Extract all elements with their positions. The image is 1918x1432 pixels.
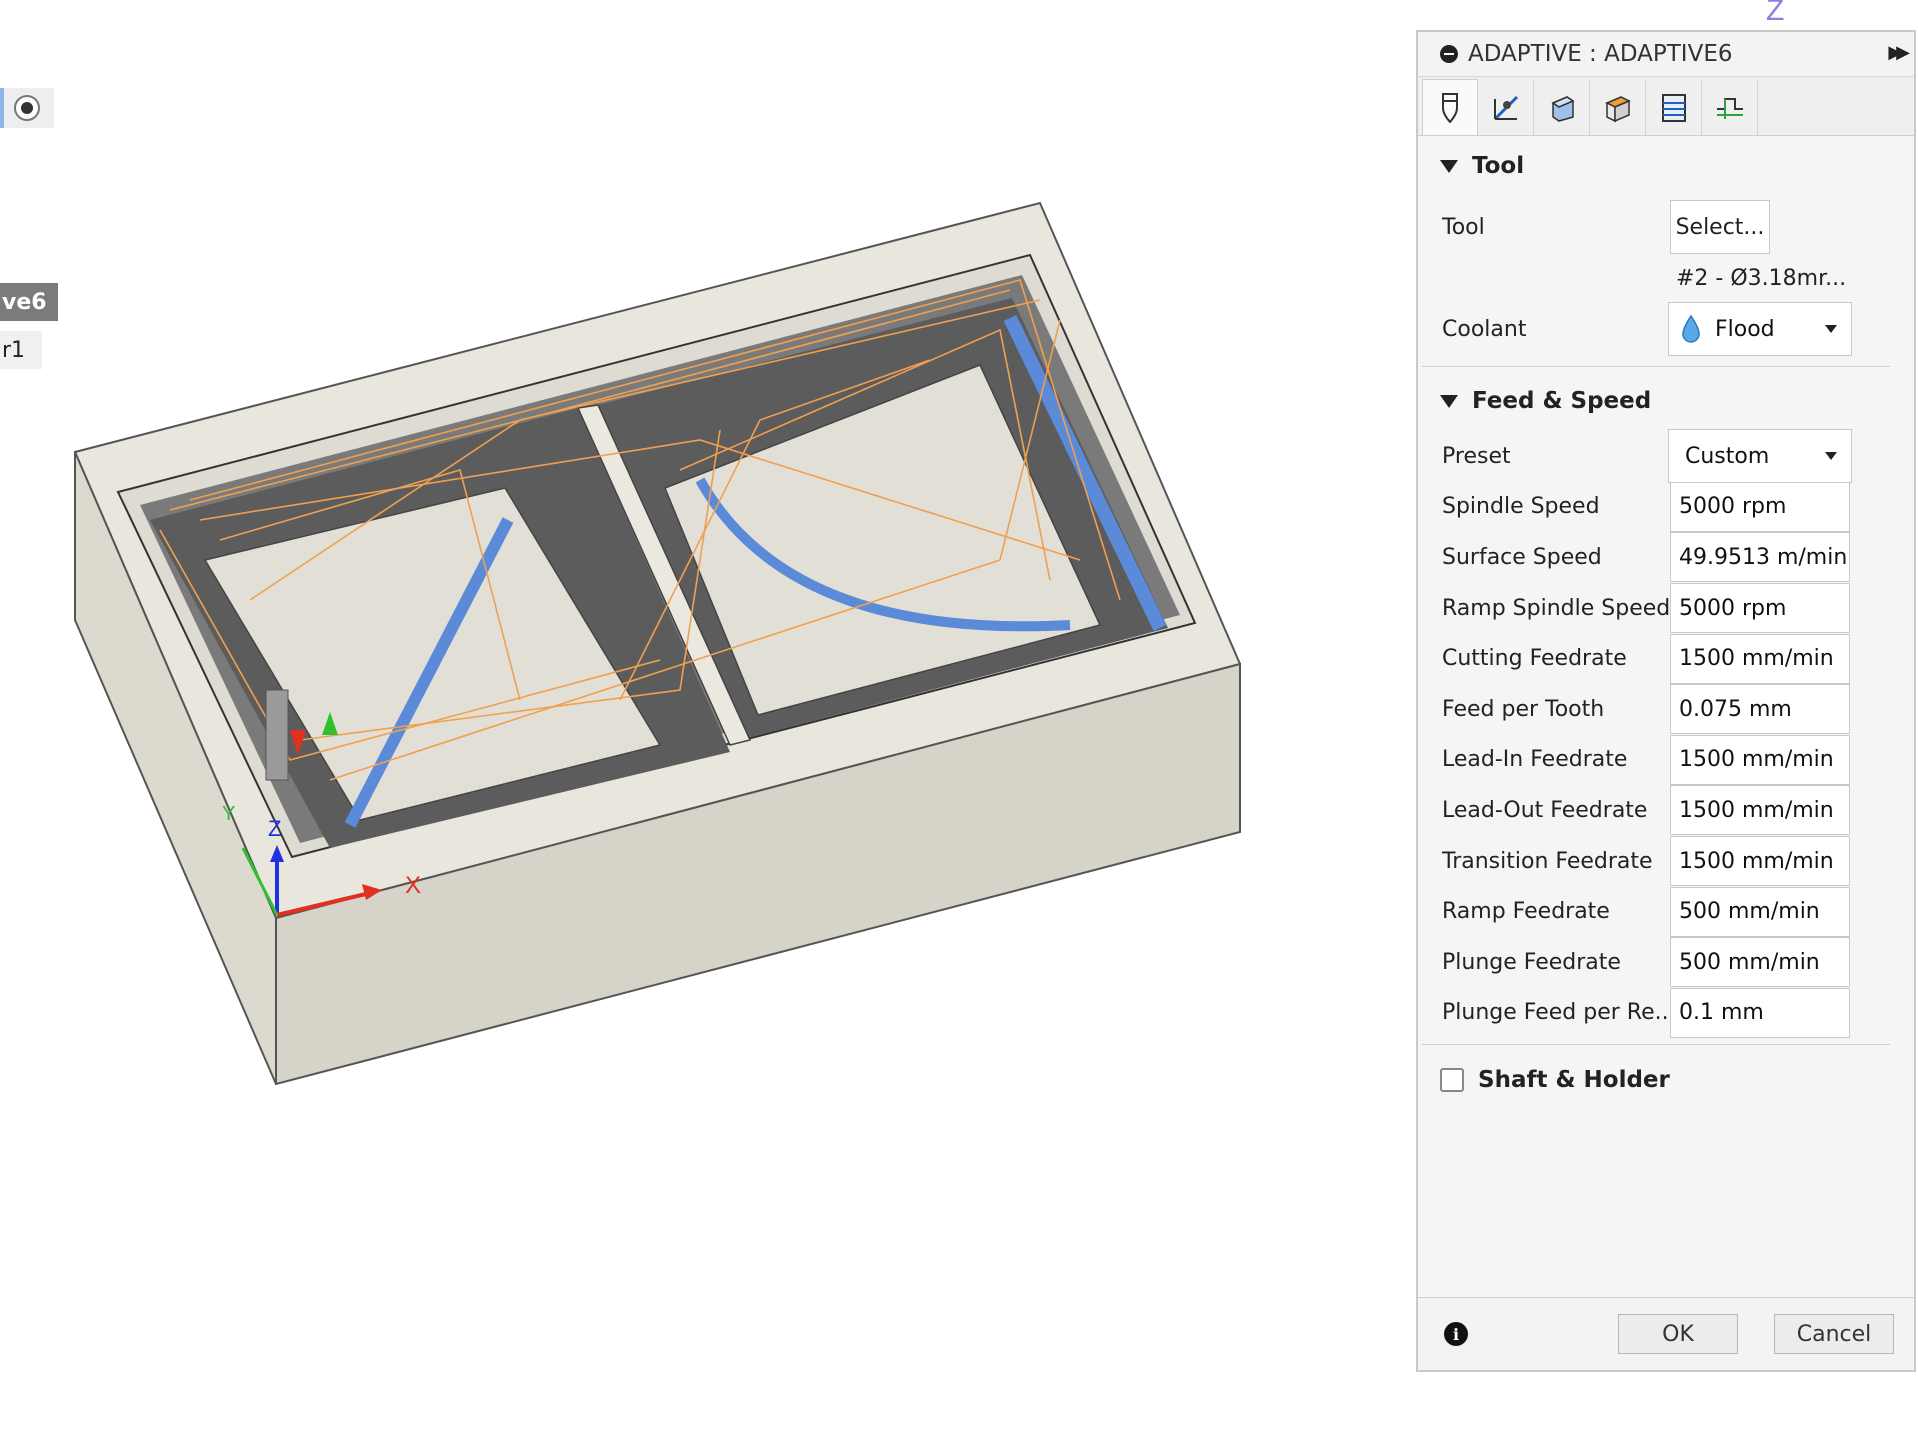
post-process-icon bbox=[1716, 98, 1743, 119]
model-canvas[interactable]: X Y Z bbox=[0, 0, 1418, 1428]
tab-geometry[interactable] bbox=[1478, 81, 1534, 135]
feed-row-input[interactable]: 1500 mm/min bbox=[1670, 836, 1850, 887]
feed-row-input[interactable]: 5000 rpm bbox=[1670, 481, 1850, 532]
radio-target-icon bbox=[14, 95, 40, 121]
tool-shank bbox=[265, 689, 289, 781]
preset-value: Custom bbox=[1685, 443, 1770, 469]
feed-row: Preset Custom bbox=[1418, 429, 1914, 484]
feed-row: Lead-Out Feedrate 1500 mm/min bbox=[1418, 785, 1914, 836]
feed-row: Feed per Tooth 0.075 mm bbox=[1418, 684, 1914, 735]
feed-row-input[interactable]: 500 mm/min bbox=[1670, 937, 1850, 988]
shaft-holder-row: Shaft & Holder bbox=[1418, 1049, 1914, 1111]
browser-item-adaptive6[interactable]: ve6 bbox=[0, 283, 58, 321]
coolant-select[interactable]: Flood bbox=[1668, 302, 1852, 356]
collapse-icon[interactable] bbox=[1440, 45, 1458, 63]
tool-section-header[interactable]: Tool bbox=[1418, 136, 1914, 196]
feed-row: Lead-In Feedrate 1500 mm/min bbox=[1418, 734, 1914, 786]
feed-row-input[interactable]: 1500 mm/min bbox=[1670, 633, 1850, 684]
tab-linking[interactable] bbox=[1646, 81, 1702, 135]
shaft-holder-title: Shaft & Holder bbox=[1478, 1067, 1670, 1094]
feed-row-label: Ramp Spindle Speed bbox=[1442, 595, 1671, 621]
fast-forward-icon[interactable]: ▶▶ bbox=[1888, 42, 1910, 63]
section-divider bbox=[1422, 366, 1890, 367]
visibility-toggle[interactable] bbox=[0, 88, 54, 128]
cancel-button[interactable]: Cancel bbox=[1774, 1314, 1894, 1354]
feed-row: Transition Feedrate 1500 mm/min bbox=[1418, 836, 1914, 887]
linking-icon bbox=[1661, 94, 1686, 122]
chevron-down-icon bbox=[1825, 452, 1837, 461]
feed-row-input[interactable]: 500 mm/min bbox=[1670, 886, 1850, 937]
passes-icon bbox=[1604, 96, 1631, 123]
tool-select-button[interactable]: Select... bbox=[1670, 200, 1770, 254]
panel-tabs bbox=[1418, 77, 1914, 136]
feed-row: Plunge Feedrate 500 mm/min bbox=[1418, 937, 1914, 988]
feed-row-label: Lead-In Feedrate bbox=[1442, 747, 1628, 773]
feed-row-input[interactable]: 5000 rpm bbox=[1670, 583, 1850, 634]
feed-row-label: Plunge Feedrate bbox=[1442, 949, 1621, 975]
feed-row-label: Spindle Speed bbox=[1442, 494, 1600, 520]
geometry-icon bbox=[1493, 95, 1518, 121]
tab-post-process[interactable] bbox=[1702, 81, 1758, 135]
coolant-value: Flood bbox=[1715, 316, 1775, 342]
feed-row: Ramp Spindle Speed 5000 rpm bbox=[1418, 583, 1914, 634]
ok-button[interactable]: OK bbox=[1618, 1314, 1738, 1354]
heights-icon bbox=[1550, 96, 1575, 122]
panel-header: ADAPTIVE : ADAPTIVE6 ▶▶ bbox=[1418, 32, 1914, 77]
axis-x-label: X bbox=[405, 872, 421, 899]
tool-icon bbox=[1442, 92, 1458, 124]
info-icon[interactable]: i bbox=[1444, 1322, 1468, 1346]
panel-title: ADAPTIVE : ADAPTIVE6 bbox=[1468, 41, 1733, 67]
tab-tool[interactable] bbox=[1422, 79, 1478, 135]
feed-row-input[interactable]: 0.075 mm bbox=[1670, 684, 1850, 735]
feed-row-input[interactable]: 0.1 mm bbox=[1670, 987, 1850, 1038]
feed-speed-section-header[interactable]: Feed & Speed bbox=[1418, 371, 1914, 431]
feed-row: Ramp Feedrate 500 mm/min bbox=[1418, 886, 1914, 937]
feed-row-label: Ramp Feedrate bbox=[1442, 899, 1610, 925]
tool-description: #2 - Ø3.18mr... bbox=[1676, 265, 1847, 291]
feed-row-input[interactable]: 1500 mm/min bbox=[1670, 734, 1850, 785]
collapse-triangle-icon bbox=[1440, 394, 1458, 408]
viewcube-z-label[interactable]: Z bbox=[1766, 0, 1784, 28]
feed-row-label: Lead-Out Feedrate bbox=[1442, 797, 1648, 823]
feed-row: Plunge Feed per Re... 0.1 mm bbox=[1418, 987, 1914, 1039]
feed-speed-section-title: Feed & Speed bbox=[1472, 388, 1652, 414]
tool-description-row: #2 - Ø3.18mr... bbox=[1418, 258, 1914, 298]
feed-row-label: Cutting Feedrate bbox=[1442, 646, 1627, 672]
axis-y-label: Y bbox=[222, 803, 235, 825]
feed-row-label: Preset bbox=[1442, 443, 1511, 469]
panel-footer: i OK Cancel bbox=[1418, 1297, 1914, 1370]
feed-row-label: Plunge Feed per Re... bbox=[1442, 1000, 1672, 1026]
feed-row: Surface Speed 49.9513 m/min bbox=[1418, 532, 1914, 583]
feed-row: Spindle Speed 5000 rpm bbox=[1418, 481, 1914, 533]
adaptive-operation-panel: ADAPTIVE : ADAPTIVE6 ▶▶ Tool Tool Select… bbox=[1416, 30, 1916, 1372]
coolant-row: Coolant Flood bbox=[1418, 298, 1914, 360]
tool-label: Tool bbox=[1442, 214, 1485, 240]
feed-row-label: Feed per Tooth bbox=[1442, 696, 1605, 722]
collapse-triangle-icon bbox=[1440, 159, 1458, 173]
tool-row: Tool Select... bbox=[1418, 196, 1914, 258]
feed-speed-rows: Preset Custom Spindle Speed 5000 rpm Surface… bbox=[1418, 429, 1914, 1039]
preset-select[interactable]: Custom bbox=[1668, 429, 1852, 484]
feed-row-input[interactable]: 1500 mm/min bbox=[1670, 785, 1850, 836]
shaft-holder-checkbox[interactable] bbox=[1440, 1068, 1464, 1093]
section-divider bbox=[1422, 1044, 1890, 1046]
axis-z-label: Z bbox=[268, 816, 281, 841]
chevron-down-icon bbox=[1825, 325, 1837, 333]
feed-row: Cutting Feedrate 1500 mm/min bbox=[1418, 633, 1914, 684]
feed-row-label: Transition Feedrate bbox=[1442, 848, 1653, 874]
3d-viewport[interactable]: X Y Z bbox=[0, 0, 1418, 1428]
tab-passes[interactable] bbox=[1590, 81, 1646, 135]
coolant-label: Coolant bbox=[1442, 316, 1527, 342]
feed-row-label: Surface Speed bbox=[1442, 544, 1602, 570]
water-drop-icon bbox=[1682, 314, 1700, 343]
tool-section-title: Tool bbox=[1472, 153, 1525, 179]
tab-heights[interactable] bbox=[1534, 81, 1590, 135]
browser-item-setup[interactable]: r1 bbox=[0, 331, 42, 369]
feed-row-input[interactable]: 49.9513 m/min bbox=[1670, 532, 1850, 583]
